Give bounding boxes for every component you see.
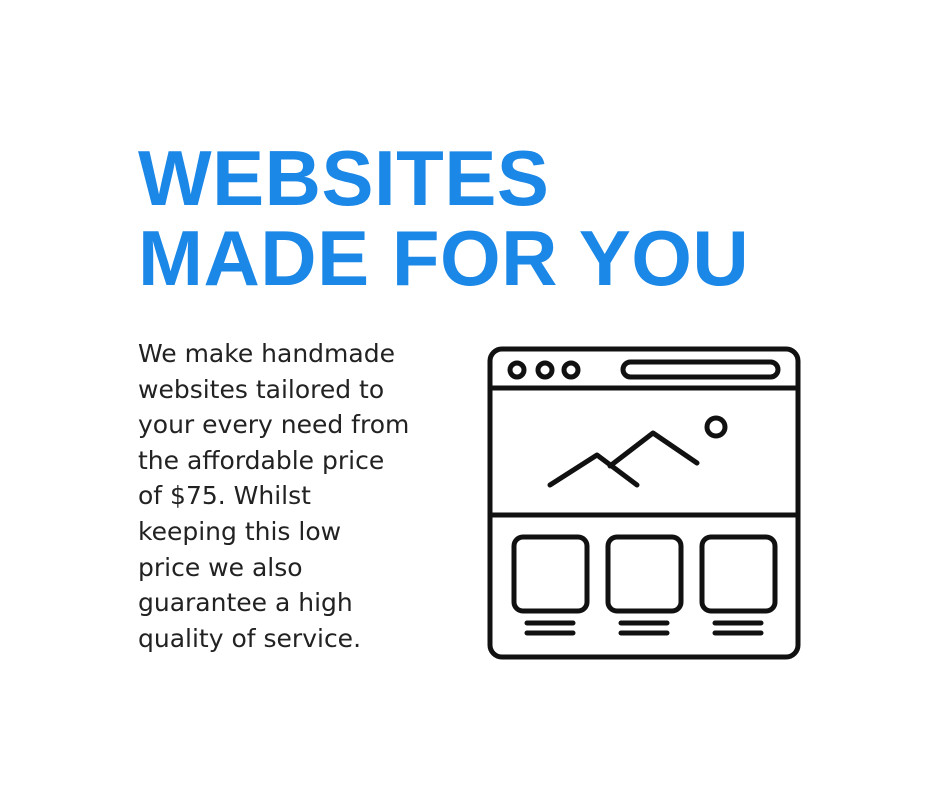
window-dot-icon xyxy=(561,360,581,380)
description-line-8: guarantee a high xyxy=(138,588,353,618)
description-line-2: websites tailored to xyxy=(138,374,385,404)
card-shape xyxy=(511,534,590,614)
card-shape xyxy=(699,534,778,614)
description-line-6: keeping this low xyxy=(138,516,342,546)
sun-icon xyxy=(704,415,728,439)
description-line-5: of $75. Whilst xyxy=(138,481,311,511)
headline: WEBSITES MADE FOR YOU xyxy=(138,138,749,298)
description-line-3: your every need from xyxy=(138,410,410,440)
headline-line-2: MADE FOR YOU xyxy=(138,214,750,302)
description-line-1: We make handmade xyxy=(138,339,395,368)
description: We make handmade websites tailored to yo… xyxy=(138,336,468,656)
address-bar-shape xyxy=(620,359,781,380)
description-line-7: price we also xyxy=(138,552,303,582)
mountain-icon xyxy=(607,430,700,469)
description-line-4: the affordable price xyxy=(138,445,385,475)
mountain-icon xyxy=(547,452,640,488)
description-line-9: quality of service. xyxy=(138,623,362,653)
window-dot-icon xyxy=(535,360,555,380)
headline-line-1: WEBSITES xyxy=(138,134,550,222)
website-layout-icon xyxy=(487,346,801,660)
window-dot-icon xyxy=(507,360,527,380)
card-shape xyxy=(605,534,684,614)
